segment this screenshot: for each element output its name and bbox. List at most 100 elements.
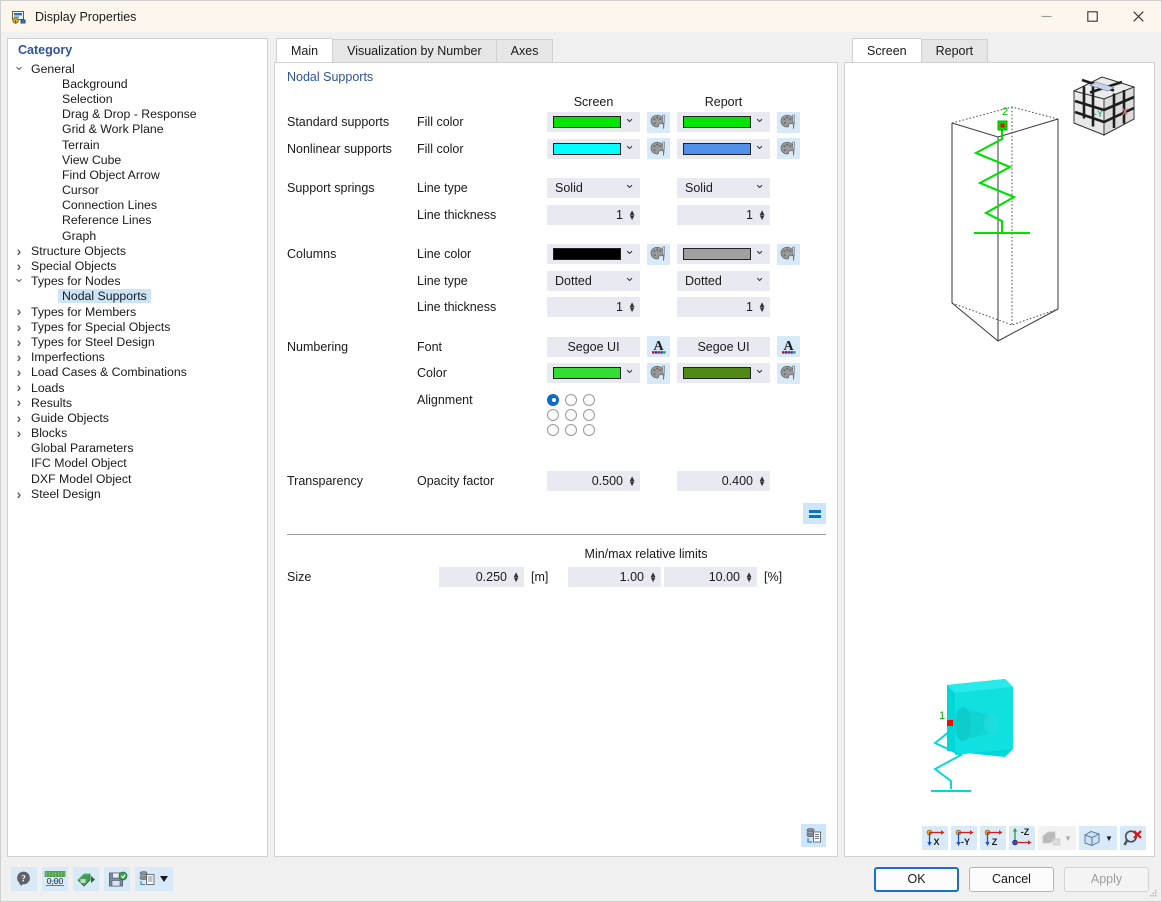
report-line-thickness-input[interactable]: 1 ▲ ▼: [677, 204, 770, 225]
screen-color-dropdown[interactable]: [547, 363, 640, 384]
alignment-radio-6[interactable]: [547, 423, 559, 436]
tree-item-find-object-arrow[interactable]: Find Object Arrow: [8, 167, 267, 182]
tree-item-nodal-supports[interactable]: Nodal Supports: [8, 289, 267, 304]
spinner-arrows[interactable]: ▲ ▼: [758, 301, 766, 314]
preview-tab-screen[interactable]: Screen: [852, 38, 922, 62]
chevron-right-icon[interactable]: [11, 350, 27, 365]
tree-item-drag-drop-response[interactable]: Drag & Drop - Response: [8, 107, 267, 122]
alignment-radio-0[interactable]: [547, 393, 559, 406]
chevron-down-icon[interactable]: [754, 273, 765, 289]
chevron-right-icon[interactable]: [11, 320, 27, 335]
report-line-type-dropdown[interactable]: Solid: [677, 178, 770, 199]
chevron-down-icon[interactable]: ▼: [1105, 834, 1113, 843]
chevron-right-icon[interactable]: [11, 304, 27, 319]
tree-item-types-for-steel-design[interactable]: Types for Steel Design: [8, 334, 267, 349]
chevron-down-icon[interactable]: [624, 273, 635, 289]
tree-item-types-for-nodes[interactable]: Types for Nodes: [8, 274, 267, 289]
tree-item-view-cube[interactable]: View Cube: [8, 152, 267, 167]
tree-item-ifc-model-object[interactable]: IFC Model Object: [8, 456, 267, 471]
report-line-thickness-input[interactable]: 1 ▲ ▼: [677, 297, 770, 318]
screen-fill-color-palette-icon[interactable]: [647, 138, 670, 160]
screen-color-palette-icon[interactable]: [647, 362, 670, 384]
reset-zoom-button[interactable]: [1120, 826, 1146, 850]
report-line-color-palette-icon[interactable]: [777, 243, 800, 265]
screen-fill-color-palette-icon[interactable]: [647, 111, 670, 133]
chevron-down-icon[interactable]: [11, 62, 27, 76]
import-icon[interactable]: [73, 867, 99, 891]
chevron-right-icon[interactable]: [11, 487, 27, 502]
size-input[interactable]: 0.250 ▲ ▼: [439, 567, 524, 588]
alignment-radio-7[interactable]: [565, 423, 577, 436]
report-line-type-dropdown[interactable]: Dotted: [677, 270, 770, 291]
report-font-color-icon[interactable]: A: [777, 336, 800, 358]
units-0.00-icon[interactable]: 0,00: [42, 867, 68, 891]
screen-fill-color-dropdown[interactable]: [547, 138, 640, 159]
help-icon[interactable]: ?: [11, 867, 37, 891]
preview-canvas[interactable]: -Y X 2 1 X -Y Z -Z ▼ ▼: [844, 62, 1155, 857]
chevron-down-icon[interactable]: [754, 246, 765, 262]
minimize-icon[interactable]: [1023, 1, 1069, 32]
tree-item-graph[interactable]: Graph: [8, 228, 267, 243]
report-opacity-factor-input[interactable]: 0.400 ▲ ▼: [677, 470, 770, 491]
spinner-arrows[interactable]: ▲ ▼: [628, 208, 636, 221]
alignment-radio-1[interactable]: [565, 393, 577, 406]
maximize-icon[interactable]: [1069, 1, 1115, 32]
report-fill-color-palette-icon[interactable]: [777, 138, 800, 160]
chevron-down-icon[interactable]: [754, 141, 765, 157]
screen-font-color-icon[interactable]: A: [647, 336, 670, 358]
tree-item-dxf-model-object[interactable]: DXF Model Object: [8, 471, 267, 486]
tree-item-terrain[interactable]: Terrain: [8, 137, 267, 152]
chevron-right-icon[interactable]: [11, 335, 27, 350]
preview-tabstrip[interactable]: Screen Report: [844, 38, 1155, 62]
tree-item-general[interactable]: General: [8, 61, 267, 76]
chevron-down-icon[interactable]: [754, 180, 765, 196]
report-color-palette-icon[interactable]: [777, 362, 800, 384]
tree-item-reference-lines[interactable]: Reference Lines: [8, 213, 267, 228]
spinner-arrows[interactable]: ▲ ▼: [758, 208, 766, 221]
tab-axes[interactable]: Axes: [495, 39, 554, 62]
screen-line-type-dropdown[interactable]: Solid: [547, 178, 640, 199]
tab-main[interactable]: Main: [276, 38, 334, 62]
equalize-icon[interactable]: [803, 503, 826, 524]
chevron-right-icon[interactable]: [11, 411, 27, 426]
view-cube[interactable]: -Y X: [1068, 73, 1140, 142]
screen-line-thickness-input[interactable]: 1 ▲ ▼: [547, 204, 640, 225]
tree-item-loads[interactable]: Loads: [8, 380, 267, 395]
save-icon[interactable]: [104, 867, 130, 891]
tree-item-types-for-members[interactable]: Types for Members: [8, 304, 267, 319]
chevron-right-icon[interactable]: [11, 380, 27, 395]
screen-line-thickness-input[interactable]: 1 ▲ ▼: [547, 297, 640, 318]
screen-line-color-palette-icon[interactable]: [647, 243, 670, 265]
tree-item-load-cases-combinations[interactable]: Load Cases & Combinations: [8, 365, 267, 380]
configuration-list-icon[interactable]: [135, 867, 173, 891]
screen-line-color-dropdown[interactable]: [547, 244, 640, 265]
chevron-right-icon[interactable]: [11, 244, 27, 259]
chevron-down-icon[interactable]: [754, 365, 765, 381]
close-icon[interactable]: [1115, 1, 1161, 32]
tree-item-grid-work-plane[interactable]: Grid & Work Plane: [8, 122, 267, 137]
chevron-down-icon[interactable]: [754, 114, 765, 130]
chevron-down-icon[interactable]: [11, 274, 27, 288]
tree-item-special-objects[interactable]: Special Objects: [8, 258, 267, 273]
spinner-arrows[interactable]: ▲ ▼: [628, 474, 636, 487]
tree-item-types-for-special-objects[interactable]: Types for Special Objects: [8, 319, 267, 334]
tree-item-imperfections[interactable]: Imperfections: [8, 350, 267, 365]
resize-grip[interactable]: [1148, 888, 1158, 898]
view-along-negative-z-button[interactable]: -Z: [1009, 826, 1035, 850]
tree-item-connection-lines[interactable]: Connection Lines: [8, 198, 267, 213]
tree-item-results[interactable]: Results: [8, 395, 267, 410]
tree-item-structure-objects[interactable]: Structure Objects: [8, 243, 267, 258]
view-along-negative-y-button[interactable]: -Y: [951, 826, 977, 850]
preview-tab-report[interactable]: Report: [920, 39, 989, 62]
tab-visualization-by-number[interactable]: Visualization by Number: [332, 39, 497, 62]
tree-item-steel-design[interactable]: Steel Design: [8, 486, 267, 501]
cancel-button[interactable]: Cancel: [969, 866, 1054, 892]
chevron-down-icon[interactable]: [624, 114, 635, 130]
alignment-radio-8[interactable]: [583, 423, 595, 436]
copy-to-clipboard-icon[interactable]: [801, 824, 826, 847]
screen-font-button[interactable]: Segoe UI: [547, 336, 640, 357]
view-along-z-button[interactable]: Z: [980, 826, 1006, 850]
alignment-radio-4[interactable]: [565, 408, 577, 421]
chevron-down-icon[interactable]: [624, 365, 635, 381]
ok-button[interactable]: OK: [874, 866, 959, 892]
